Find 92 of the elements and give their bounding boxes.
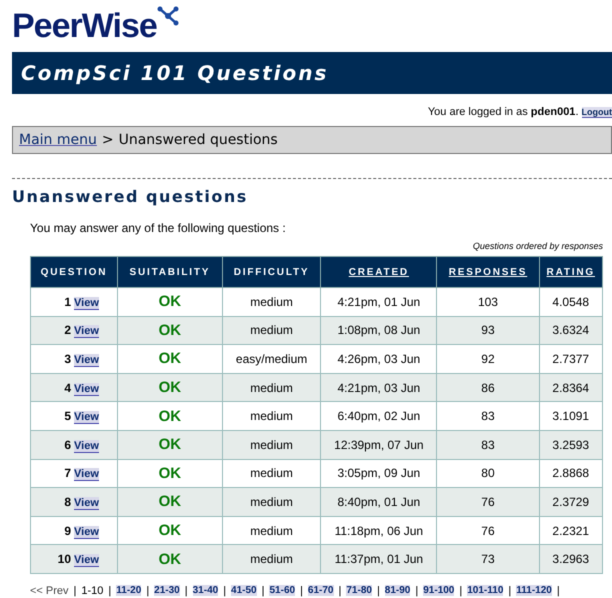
logout-link[interactable]: Logout <box>582 107 612 118</box>
page-separator: | <box>300 584 303 597</box>
table-cell: 103 <box>436 288 539 316</box>
table-cell: medium <box>222 402 321 430</box>
table-cell: 3.2963 <box>539 544 602 574</box>
question-cell: 10 View <box>30 544 118 574</box>
column-header[interactable]: RESPONSES <box>436 256 539 288</box>
question-cell: 6 View <box>30 430 118 460</box>
page-separator: | <box>146 584 150 597</box>
page-link[interactable]: 11-20 <box>116 585 142 596</box>
page-link[interactable]: 91-100 <box>423 585 454 596</box>
page-link[interactable]: 71-80 <box>346 585 372 596</box>
table-cell: medium <box>222 488 321 516</box>
question-cell: 1 View <box>30 288 118 316</box>
table-cell: 73 <box>436 544 539 574</box>
view-link[interactable]: View <box>74 496 99 510</box>
suitability-ok: OK <box>158 493 182 510</box>
view-link[interactable]: View <box>74 440 99 453</box>
page-heading: Unanswered questions <box>12 187 249 206</box>
page-link[interactable]: 101-110 <box>467 585 504 596</box>
main-menu-link[interactable]: Main menu <box>19 132 97 148</box>
page-link[interactable]: 111-120 <box>516 585 552 596</box>
page-link[interactable]: 41-50 <box>231 585 257 596</box>
table-cell: 4:21pm, 01 Jun <box>320 288 437 316</box>
page-separator: | <box>108 584 112 597</box>
logo-icon <box>156 6 179 26</box>
login-status: You are logged in as pden001. <box>428 106 578 118</box>
view-link[interactable]: View <box>74 325 99 338</box>
page-separator: | <box>338 584 342 597</box>
page-separator: | <box>556 584 560 597</box>
view-link[interactable]: View <box>74 296 99 310</box>
table-cell: 3.2593 <box>539 430 602 460</box>
page-separator: | <box>184 584 188 597</box>
question-cell: 3 View <box>30 344 118 374</box>
view-link[interactable]: View <box>74 411 99 424</box>
page-separator: | <box>508 584 512 597</box>
table-cell: medium <box>222 288 321 316</box>
table-cell: medium <box>222 544 321 574</box>
page-separator: | <box>223 584 226 597</box>
table-cell: 83 <box>436 430 539 460</box>
column-header[interactable]: RATING <box>539 256 602 288</box>
table-cell: 2.7377 <box>539 344 602 374</box>
suitability-ok: OK <box>158 550 182 568</box>
suitability-ok: OK <box>158 522 182 540</box>
page-link[interactable]: 31-40 <box>192 585 218 596</box>
table-cell: 11:37pm, 01 Jun <box>320 544 437 574</box>
page-link[interactable]: 1-10 <box>81 584 104 597</box>
table-cell: 8:40pm, 01 Jun <box>320 488 437 516</box>
suitability-ok: OK <box>158 322 182 339</box>
table-cell: 92 <box>436 344 539 374</box>
suitability-ok: OK <box>158 436 182 454</box>
page-separator: | <box>376 584 380 597</box>
page-link[interactable]: 61-70 <box>308 585 334 596</box>
table-cell: 3.1091 <box>539 402 602 430</box>
page-separator: | <box>262 584 264 597</box>
column-header: QUESTION <box>30 256 118 288</box>
page-link[interactable]: 81-90 <box>384 585 410 596</box>
table-cell: medium <box>222 430 321 460</box>
table-cell: 4.0548 <box>539 288 602 316</box>
logo: PeerWise <box>12 6 157 46</box>
view-link[interactable]: View <box>74 468 99 482</box>
table-cell: 2.3729 <box>539 488 602 516</box>
table-cell: 4:26pm, 03 Jun <box>320 344 437 374</box>
view-link[interactable]: View <box>74 382 99 396</box>
suitability-ok: OK <box>158 464 182 482</box>
view-link[interactable]: View <box>74 554 99 568</box>
course-title: CompSci 101 Questions <box>21 61 328 85</box>
page-separator: | <box>415 584 418 597</box>
breadcrumb-current: Unanswered questions <box>118 132 278 148</box>
page-link[interactable]: 51-60 <box>269 585 296 596</box>
suitability-ok: OK <box>158 408 182 425</box>
suitability-ok: OK <box>158 379 182 396</box>
page-separator: | <box>74 584 76 597</box>
column-header: DIFFICULTY <box>222 256 321 288</box>
page-separator: | <box>459 584 462 597</box>
column-header: SUITABILITY <box>117 256 222 288</box>
page-link[interactable]: 21-30 <box>154 585 180 596</box>
view-link[interactable]: View <box>74 526 99 539</box>
suitability-ok: OK <box>158 293 182 310</box>
table-cell: 76 <box>436 488 539 516</box>
table-cell: 6:40pm, 02 Jun <box>320 402 437 430</box>
table-cell: 83 <box>436 402 539 430</box>
view-link[interactable]: View <box>74 354 99 367</box>
table-cell: easy/medium <box>222 344 321 374</box>
question-cell: 5 View <box>30 402 118 430</box>
suitability-ok: OK <box>158 350 182 368</box>
table-cell: 12:39pm, 07 Jun <box>320 430 437 460</box>
column-header[interactable]: CREATED <box>320 256 437 288</box>
question-cell: 8 View <box>30 488 118 516</box>
intro-text: You may answer any of the following questions : <box>30 221 287 235</box>
order-note: Questions ordered by responses <box>472 241 603 251</box>
breadcrumb-separator: > <box>102 132 114 148</box>
